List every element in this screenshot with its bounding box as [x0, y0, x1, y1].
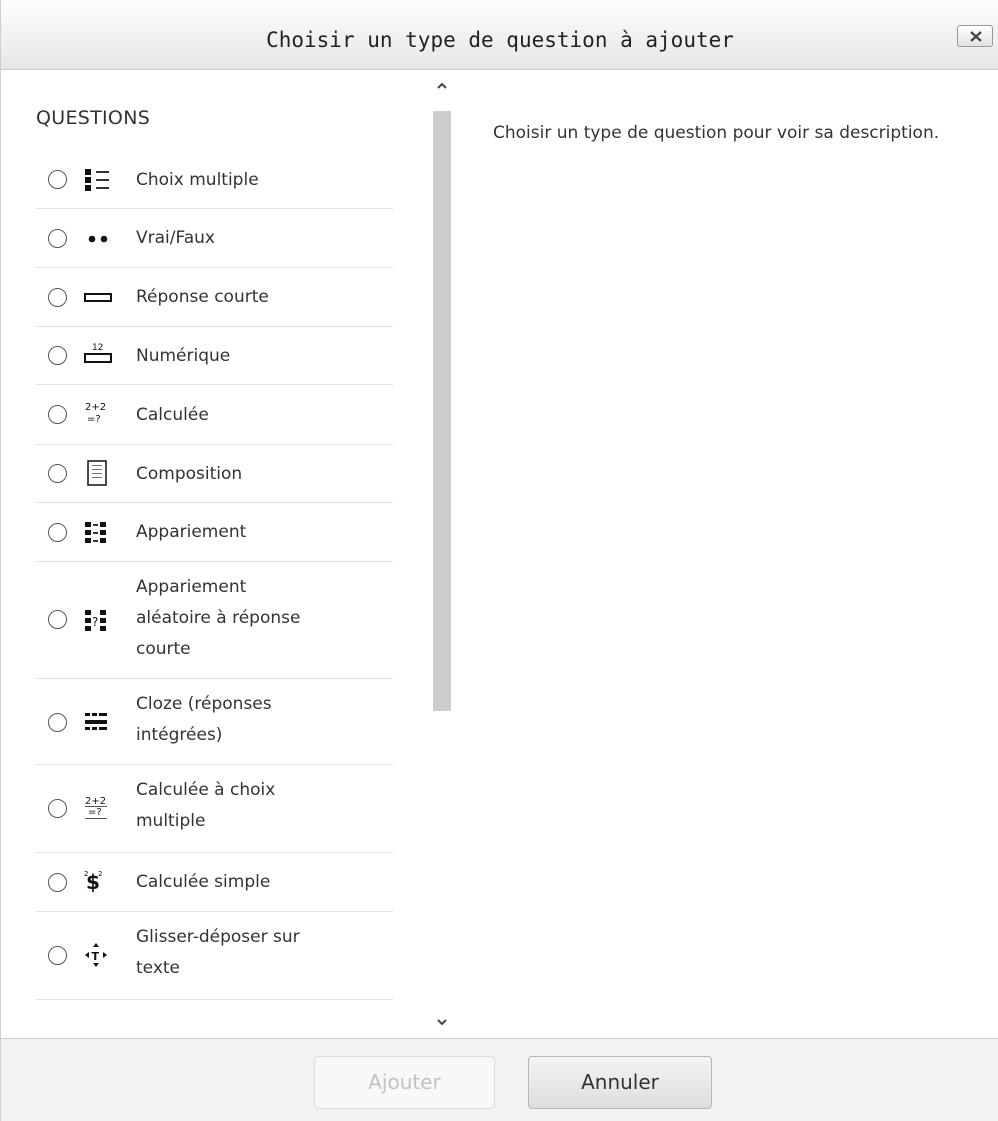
list-scrollbar[interactable] — [421, 71, 463, 1038]
question-type-label: Appariement aléatoire à réponse courte — [136, 577, 301, 659]
question-type-item[interactable]: Cloze (réponses intégrées) — [36, 679, 393, 765]
question-types-pane: QUESTIONS Choix multiple Vrai/Faux Répon… — [1, 71, 463, 1038]
svg-text:=?: =? — [87, 414, 101, 425]
svg-text:T: T — [92, 950, 100, 963]
numerical-icon: 12 — [83, 340, 115, 368]
add-button[interactable]: Ajouter — [314, 1056, 495, 1109]
ddwtos-icon: T — [83, 941, 115, 969]
question-type-item[interactable]: Réponse courte — [36, 268, 393, 327]
close-icon — [970, 31, 982, 42]
dialog-title: Choisir un type de question à ajouter — [266, 28, 734, 52]
question-type-label: Numérique — [136, 346, 231, 366]
question-type-item[interactable]: Choix multiple — [36, 151, 393, 209]
close-button[interactable] — [957, 25, 993, 47]
essay-icon — [83, 459, 115, 487]
question-type-radio[interactable] — [48, 405, 67, 424]
dialog-header: Choisir un type de question à ajouter — [1, 0, 998, 70]
question-type-item[interactable]: Vrai/Faux — [36, 209, 393, 268]
shortanswer-icon — [83, 283, 115, 311]
question-type-radio[interactable] — [48, 170, 67, 189]
randomsamatch-icon: ? — [83, 606, 115, 634]
question-type-item[interactable]: 12 Numérique — [36, 327, 393, 385]
scroll-up-icon[interactable] — [435, 79, 449, 93]
multichoice-icon — [83, 166, 115, 194]
svg-text:2+2: 2+2 — [85, 796, 106, 807]
question-type-label: Réponse courte — [136, 287, 269, 307]
dialog-footer: Ajouter Annuler — [1, 1038, 998, 1121]
question-type-label: Cloze (réponses intégrées) — [136, 694, 272, 745]
question-type-label: Calculée simple — [136, 872, 271, 892]
question-type-label: Appariement — [136, 522, 247, 542]
svg-text:2: 2 — [84, 870, 88, 878]
description-pane: Choisir un type de question pour voir sa… — [463, 71, 998, 1038]
question-type-label: Choix multiple — [136, 170, 259, 190]
svg-text:=?: =? — [88, 807, 102, 818]
svg-text:?: ? — [92, 615, 98, 629]
calculatedsimple-icon: $ 2 2 — [83, 867, 115, 895]
question-type-label: Calculée à choix multiple — [136, 780, 276, 831]
match-icon — [83, 518, 115, 546]
svg-text:2+2: 2+2 — [85, 402, 106, 413]
svg-text:12: 12 — [92, 343, 103, 353]
question-type-item[interactable]: Composition — [36, 445, 393, 503]
question-type-radio[interactable] — [48, 288, 67, 307]
question-chooser-dialog: Choisir un type de question à ajouter QU… — [0, 0, 998, 1121]
truefalse-icon — [83, 224, 115, 252]
question-type-label: Glisser-déposer sur texte — [136, 927, 300, 978]
svg-text:2: 2 — [98, 870, 102, 878]
question-type-radio[interactable] — [48, 229, 67, 248]
question-type-label: Composition — [136, 464, 243, 484]
question-type-radio[interactable] — [48, 873, 67, 892]
cancel-button[interactable]: Annuler — [528, 1056, 712, 1109]
scroll-down-icon[interactable] — [435, 1015, 449, 1029]
cloze-icon — [83, 708, 115, 736]
question-type-radio[interactable] — [48, 946, 67, 965]
question-type-label: Vrai/Faux — [136, 228, 215, 248]
scrollbar-thumb[interactable] — [433, 111, 451, 711]
calculated-icon: 2+2 =? — [83, 399, 115, 427]
question-type-radio[interactable] — [48, 610, 67, 629]
question-type-item[interactable]: 2+2 =? Calculée à choix multiple — [36, 765, 393, 853]
question-type-radio[interactable] — [48, 713, 67, 732]
question-type-item[interactable]: $ 2 2 Calculée simple — [36, 853, 393, 912]
question-type-description: Choisir un type de question pour voir sa… — [493, 123, 940, 143]
question-type-radio[interactable] — [48, 799, 67, 818]
question-type-item[interactable]: Appariement — [36, 503, 393, 562]
calculatedmulti-icon: 2+2 =? — [83, 793, 115, 821]
question-type-radio[interactable] — [48, 346, 67, 365]
question-type-radio[interactable] — [48, 523, 67, 542]
question-type-item[interactable]: T Glisser-déposer sur texte — [36, 912, 393, 1000]
question-type-item[interactable]: ? Appariement aléatoire à réponse courte — [36, 562, 393, 679]
question-type-label: Calculée — [136, 405, 209, 425]
question-type-item[interactable]: 2+2 =? Calculée — [36, 385, 393, 445]
question-type-radio[interactable] — [48, 464, 67, 483]
questions-section-title: QUESTIONS — [36, 107, 151, 129]
